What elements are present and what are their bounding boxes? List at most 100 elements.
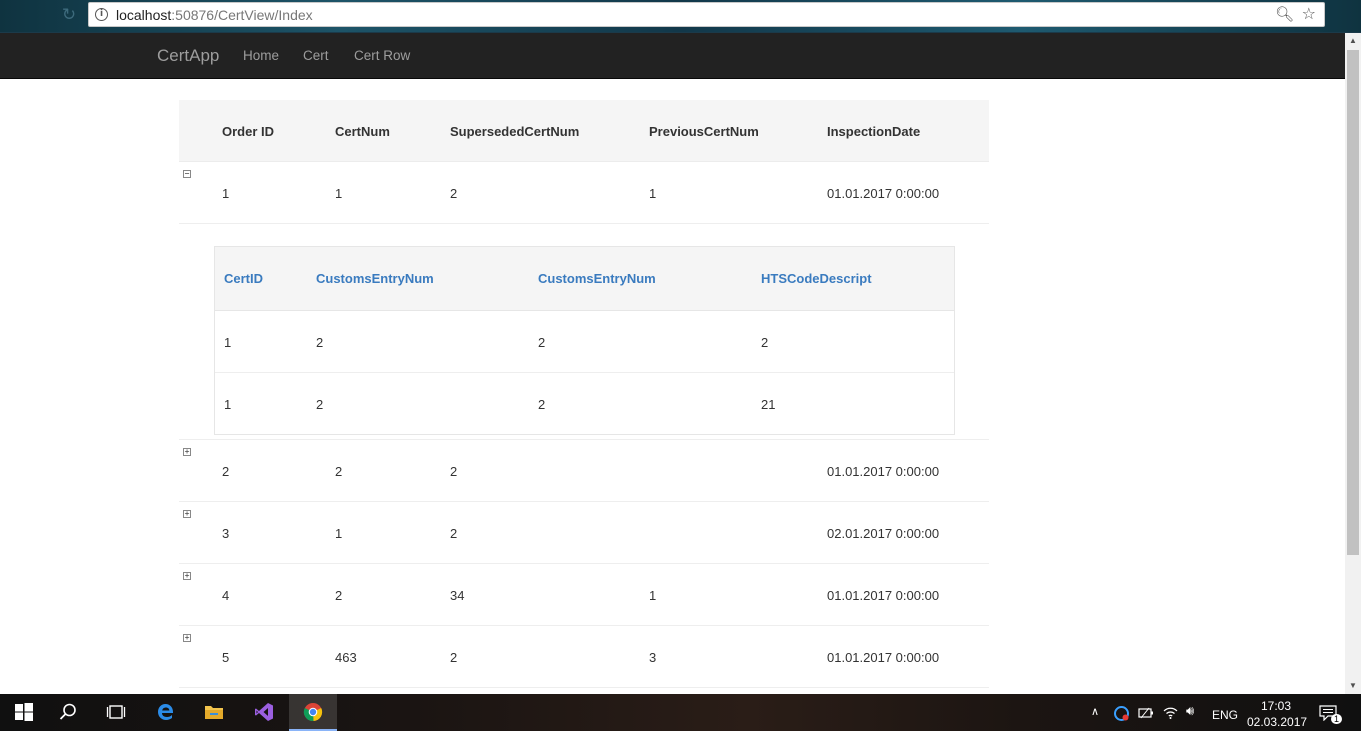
task-view-button[interactable] [92,694,140,731]
table-row: + 3 1 2 02.01.2017 0:00:00 [179,502,989,564]
collapse-icon[interactable]: − [183,170,191,178]
language-indicator[interactable]: ENG [1212,708,1238,722]
taskbar-chrome[interactable] [289,694,337,731]
cell-certnum: 2 [335,588,343,603]
cell-superseded-certnum: 2 [450,186,458,201]
cell-inspection-date: 01.01.2017 0:00:00 [827,588,940,603]
address-bar[interactable]: i localhost:50876/CertView/Index 🔍︎ ☆ [88,2,1325,27]
detail-row: CertID CustomsEntryNum CustomsEntryNum H… [179,224,989,440]
scrollbar-thumb[interactable] [1347,50,1359,555]
cell-superseded-certnum: 34 [450,588,465,603]
bookmark-star-icon[interactable]: ☆ [1302,4,1316,23]
taskbar: ∧ 🔊︎ ENG 17:03 02.03.2017 1 [0,694,1361,731]
chevron-up-icon[interactable]: ∧ [1091,705,1099,718]
volume-icon[interactable]: 🔊︎ [1186,704,1194,719]
visual-studio-icon [255,703,273,721]
cell-inspection-date: 01.01.2017 0:00:00 [827,186,940,201]
cell-certnum: 1 [335,526,343,541]
notification-count-badge: 1 [1331,714,1343,724]
windows-logo-icon [15,703,33,721]
clock-date[interactable]: 02.03.2017 [1247,715,1307,729]
column-header-inspection-date[interactable]: InspectionDate [827,124,920,139]
nav-link-cert[interactable]: Cert [303,48,329,63]
cell-previous-certnum: 1 [649,186,657,201]
start-button[interactable] [0,694,48,731]
taskbar-visual-studio[interactable] [240,694,288,731]
navbar-brand[interactable]: CertApp [157,46,219,66]
expand-icon[interactable]: + [183,572,191,580]
scroll-down-arrow-icon[interactable]: ▼ [1345,678,1361,694]
cell-previous-certnum: 3 [649,650,657,665]
cell-inspection-date: 01.01.2017 0:00:00 [827,464,940,479]
cell-order-id: 5 [222,650,230,665]
detail-cell-customs-entry-num: 2 [316,397,324,412]
wifi-icon[interactable] [1163,705,1178,720]
table-row: + 2 2 2 01.01.2017 0:00:00 [179,440,989,502]
table-row: + 4 2 34 1 01.01.2017 0:00:00 [179,564,989,626]
cell-superseded-certnum: 2 [450,526,458,541]
cell-certnum: 463 [335,650,357,665]
edge-browser-icon [158,704,173,720]
navbar: CertApp Home Cert Cert Row [0,33,1345,79]
detail-cell-hts-code-descript: 2 [761,335,769,350]
detail-table-row: 1 2 2 21 [215,373,954,435]
antivirus-tray-icon[interactable] [1114,706,1129,721]
cell-order-id: 4 [222,588,230,603]
detail-header-hts-code-descript[interactable]: HTSCodeDescript [761,271,872,286]
table-row: + 5 463 2 3 01.01.2017 0:00:00 [179,626,989,688]
cell-previous-certnum: 1 [649,588,657,603]
browser-toolbar: ↻ i localhost:50876/CertView/Index 🔍︎ ☆ [0,0,1361,32]
page-viewport: CertApp Home Cert Cert Row Order ID Cert… [0,33,1345,694]
detail-header-customs-entry-num[interactable]: CustomsEntryNum [316,271,434,286]
reload-icon[interactable]: ↻ [58,4,80,26]
column-header-previous-certnum[interactable]: PreviousCertNum [649,124,759,139]
expand-icon[interactable]: + [183,634,191,642]
detail-cell-certid: 1 [224,335,232,350]
search-icon [59,703,76,720]
grid-header-row: Order ID CertNum SupersededCertNum Previ… [179,100,989,162]
cell-order-id: 3 [222,526,230,541]
expand-icon[interactable]: + [183,448,191,456]
url-path: :50876/CertView/Index [171,7,313,23]
info-icon[interactable]: i [95,8,108,21]
battery-icon[interactable] [1138,706,1154,720]
detail-header-certid[interactable]: CertID [224,271,263,286]
cell-superseded-certnum: 2 [450,650,458,665]
detail-grid: CertID CustomsEntryNum CustomsEntryNum H… [214,246,955,435]
chrome-icon [303,703,323,722]
nav-link-home[interactable]: Home [243,48,279,63]
url-host: localhost [116,7,172,23]
column-header-superseded-certnum[interactable]: SupersededCertNum [450,124,579,139]
table-row: − 1 1 2 1 01.01.2017 0:00:00 [179,162,989,224]
detail-header-row: CertID CustomsEntryNum CustomsEntryNum H… [215,247,954,311]
url-text[interactable]: localhost:50876/CertView/Index [116,7,313,23]
column-header-certnum[interactable]: CertNum [335,124,390,139]
cell-superseded-certnum: 2 [450,464,458,479]
detail-cell-customs-entry-num-2: 2 [538,335,546,350]
detail-cell-hts-code-descript: 21 [761,397,776,412]
detail-table-row: 1 2 2 2 [215,311,954,373]
zoom-icon[interactable]: 🔍︎ [1275,5,1294,23]
cell-order-id: 1 [222,186,230,201]
task-view-icon [106,705,126,719]
nav-link-cert-row[interactable]: Cert Row [354,48,410,63]
vertical-scrollbar[interactable]: ▲ ▼ [1345,33,1361,694]
taskbar-edge[interactable] [142,694,190,731]
folder-icon [205,706,223,719]
cell-inspection-date: 02.01.2017 0:00:00 [827,526,940,541]
cell-inspection-date: 01.01.2017 0:00:00 [827,650,940,665]
clock-time[interactable]: 17:03 [1261,699,1291,713]
cell-order-id: 2 [222,464,230,479]
detail-header-customs-entry-num-2[interactable]: CustomsEntryNum [538,271,656,286]
detail-cell-certid: 1 [224,397,232,412]
detail-cell-customs-entry-num: 2 [316,335,324,350]
detail-cell-customs-entry-num-2: 2 [538,397,546,412]
taskbar-file-explorer[interactable] [190,694,238,731]
expand-icon[interactable]: + [183,510,191,518]
search-button[interactable] [44,694,92,731]
cell-certnum: 2 [335,464,343,479]
cert-grid: Order ID CertNum SupersededCertNum Previ… [179,100,989,688]
scroll-up-arrow-icon[interactable]: ▲ [1345,33,1361,49]
column-header-order-id[interactable]: Order ID [222,124,274,139]
cell-certnum: 1 [335,186,343,201]
